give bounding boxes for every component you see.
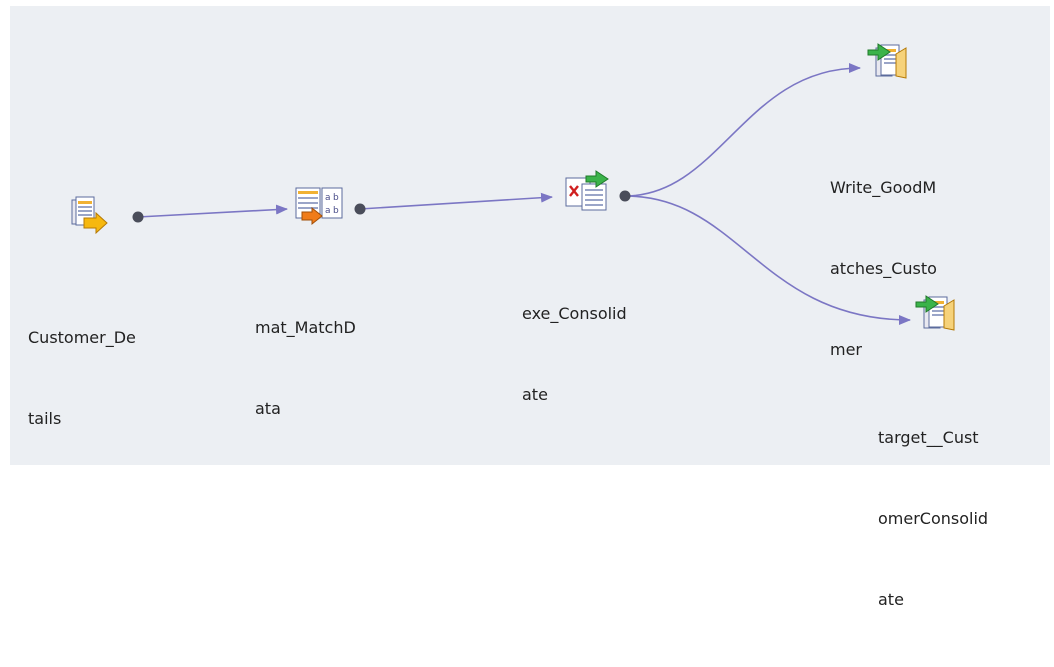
label-line: ate xyxy=(878,590,904,609)
label-line: Write_GoodM xyxy=(830,178,937,197)
source-icon xyxy=(71,196,108,235)
node-label-customer-details: Customer_De tails xyxy=(28,270,136,486)
output-port-mat-matchdata[interactable] xyxy=(354,203,366,215)
consolidate-icon xyxy=(565,170,609,211)
link-mat-matchdata-to-exe-consolidate[interactable] xyxy=(359,192,553,210)
mapping-canvas: Customer_De tails a b a b mat_MatchD ata xyxy=(0,0,1054,609)
label-line: target__Cust xyxy=(878,428,979,447)
label-line: atches_Custo xyxy=(830,259,937,278)
label-line: tails xyxy=(28,409,62,428)
label-line: exe_Consolid xyxy=(522,304,627,323)
match-icon: a b a b xyxy=(295,187,343,226)
label-line: omerConsolid xyxy=(878,509,989,528)
target-icon xyxy=(867,43,907,79)
svg-text:b: b xyxy=(333,206,339,216)
node-label-target-customerconsolidate: target__Cust omerConsolid ate xyxy=(878,370,988,667)
label-line: Customer_De xyxy=(28,328,136,347)
node-label-mat-matchdata: mat_MatchD ata xyxy=(255,260,356,476)
label-line: ata xyxy=(255,399,281,418)
output-port-exe-consolidate[interactable] xyxy=(619,190,631,202)
svg-text:a: a xyxy=(325,193,331,203)
link-customer-details-to-mat-matchdata[interactable] xyxy=(137,204,288,218)
link-exe-consolidate-to-write-goodmatches-customer[interactable] xyxy=(624,63,861,197)
svg-text:a: a xyxy=(325,206,331,216)
label-line: mer xyxy=(830,340,863,359)
node-label-exe-consolidate: exe_Consolid ate xyxy=(522,246,627,462)
output-port-customer-details[interactable] xyxy=(132,211,144,223)
label-line: mat_MatchD xyxy=(255,318,356,337)
svg-text:b: b xyxy=(333,193,339,203)
target-icon xyxy=(915,295,955,331)
label-line: ate xyxy=(522,385,548,404)
